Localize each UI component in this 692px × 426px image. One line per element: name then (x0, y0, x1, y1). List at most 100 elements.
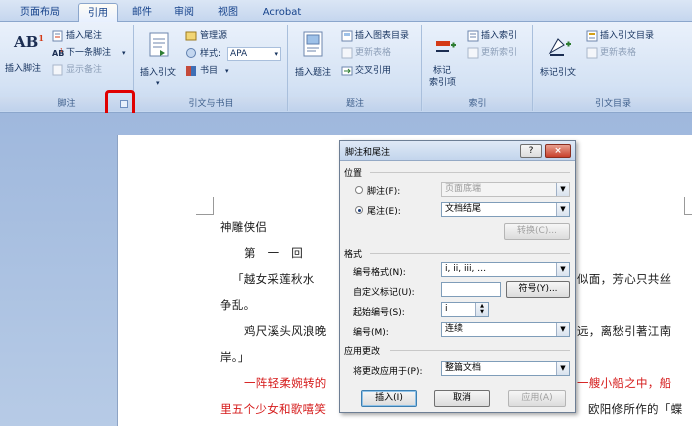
format-divider (370, 253, 570, 254)
table-of-figures-icon (341, 30, 353, 42)
update-table-label: 更新表格 (355, 48, 392, 58)
manage-sources-icon (185, 31, 197, 41)
insert-toa-button[interactable]: 插入引文目录 (586, 30, 690, 43)
footnote-radio[interactable] (355, 186, 363, 194)
insert-button[interactable]: 插入(I) (361, 390, 417, 407)
footnote-endnote-dialog: 脚注和尾注 ? × 位置 脚注(F): 页面底端 ▼ 尾注(E): 文档结尾 ▼ 转… (339, 140, 576, 413)
tab-review[interactable]: 审阅 (166, 3, 202, 22)
start-at-value: i (445, 304, 448, 314)
cancel-button[interactable]: 取消 (434, 390, 490, 407)
next-footnote-icon: AB1 (52, 48, 64, 58)
help-button[interactable]: ? (520, 144, 542, 158)
insert-endnote-label: 插入尾注 (66, 31, 103, 41)
location-section-label: 位置 (344, 169, 363, 179)
update-index-label: 更新索引 (481, 48, 518, 58)
endnote-radio-label: 尾注(E): (367, 207, 401, 217)
ribbon: AB1 插入脚注 插入尾注 AB 1 下一条脚注 ▾ 显示备注 脚注 插入引文 ▾… (0, 22, 692, 113)
doc-line: 一阵轻柔婉转的 (244, 376, 327, 390)
apply-to-select[interactable]: 整篇文档 ▼ (441, 361, 570, 376)
doc-line: 里五个少女和歌嘻笑 (220, 402, 327, 416)
caption-icon (303, 31, 323, 57)
spin-arrows-icon[interactable]: ▲ ▼ (475, 303, 488, 316)
tab-references[interactable]: 引用 (78, 3, 118, 23)
chevron-down-icon: ▼ (556, 362, 569, 375)
apply-section-label: 应用更改 (344, 347, 381, 357)
doc-chapter: 第 一 回 (244, 246, 303, 260)
insert-index-icon (467, 30, 479, 42)
group-label-index: 索引 (423, 97, 532, 111)
update-toa-icon (586, 47, 598, 59)
numbering-label: 编号(M): (353, 328, 389, 338)
insert-endnote-button[interactable]: 插入尾注 (52, 30, 132, 43)
apply-divider (390, 350, 570, 351)
margin-corner-mark (196, 197, 214, 215)
tab-view[interactable]: 视图 (210, 3, 246, 22)
manage-sources-button[interactable]: 管理源 (185, 30, 275, 43)
start-at-spinner[interactable]: i ▲ ▼ (441, 302, 489, 317)
ribbon-tab-bar: 页面布局 引用 邮件 审阅 视图 Acrobat (0, 0, 692, 23)
show-notes-icon (52, 64, 63, 76)
style-selector[interactable]: 样式: APA ▾ (185, 47, 285, 61)
close-button[interactable]: × (545, 144, 571, 158)
mark-citation-label: 标记引文 (540, 68, 577, 78)
chevron-down-icon: ▾ (156, 79, 160, 87)
footnote-position-value: 页面底端 (445, 184, 482, 194)
tab-page-layout[interactable]: 页面布局 (14, 3, 66, 22)
mark-citation-button[interactable]: 标记引文 (538, 29, 584, 87)
chevron-down-icon: ▾ (274, 50, 278, 58)
insert-footnote-label: 插入脚注 (5, 64, 42, 74)
mark-entry-label-2: 索引项 (429, 78, 457, 88)
custom-mark-label: 自定义标记(U): (353, 288, 415, 298)
tab-mailings[interactable]: 邮件 (124, 3, 160, 22)
numbering-value: 连续 (445, 324, 464, 334)
group-index: 标记 索引项 插入索引 更新索引 索引 (423, 25, 533, 111)
group-label-citations: 引文与书目 (135, 97, 287, 111)
insert-caption-button[interactable]: 插入题注 (293, 29, 333, 81)
insert-table-of-figures-button[interactable]: 插入图表目录 (341, 30, 421, 43)
insert-toa-icon (586, 30, 598, 42)
doc-line: 争乱。 (220, 298, 256, 312)
cross-reference-icon (341, 66, 353, 76)
doc-line: 岸。」 (220, 350, 250, 364)
next-footnote-button[interactable]: AB 1 下一条脚注 ▾ (52, 47, 132, 60)
bibliography-label: 书目 (200, 66, 219, 76)
location-divider (370, 172, 570, 173)
style-icon (186, 48, 196, 58)
apply-to-label: 将更改应用于(P): (353, 367, 423, 377)
insert-footnote-button[interactable]: AB1 插入脚注 (4, 29, 50, 79)
bibliography-button[interactable]: 书目 ▾ (185, 65, 275, 78)
numbering-select[interactable]: 连续 ▼ (441, 322, 570, 337)
endnote-radio[interactable] (355, 206, 363, 214)
cross-reference-button[interactable]: 交叉引用 (341, 65, 421, 78)
symbol-button[interactable]: 符号(Y)... (506, 281, 570, 298)
number-format-select[interactable]: i, ii, iii, … ▼ (441, 262, 570, 277)
update-index-icon (467, 47, 479, 59)
tab-acrobat[interactable]: Acrobat (256, 3, 308, 22)
chevron-down-icon: ▼ (556, 183, 569, 196)
group-citations: 插入引文 ▾ 管理源 样式: APA ▾ 书目 ▾ 引文与书目 (135, 25, 288, 111)
insert-index-button[interactable]: 插入索引 (467, 30, 533, 43)
update-table-button: 更新表格 (341, 47, 421, 60)
citation-icon (149, 32, 169, 57)
insert-citation-button[interactable]: 插入引文 ▾ (138, 29, 182, 87)
footnote-position-select: 页面底端 ▼ (441, 182, 570, 197)
cross-reference-label: 交叉引用 (355, 66, 392, 76)
update-index-button: 更新索引 (467, 47, 533, 60)
custom-mark-input[interactable] (441, 282, 501, 297)
start-at-label: 起始编号(S): (353, 308, 405, 318)
mark-entry-button[interactable]: 标记 索引项 (427, 29, 461, 89)
group-table-of-authorities: 标记引文 插入引文目录 更新表格 引文目录 (534, 25, 692, 111)
style-dropdown[interactable]: APA ▾ (227, 47, 281, 61)
chevron-down-icon: ▼ (556, 263, 569, 276)
endnote-icon (52, 30, 63, 42)
insert-index-label: 插入索引 (481, 31, 518, 41)
next-footnote-label: 下一条脚注 (66, 48, 112, 58)
mark-entry-label-1: 标记 (433, 66, 452, 76)
doc-line: 一艘小船之中，船 (577, 376, 672, 390)
doc-line: 鸡尺溪头风浪晚 (244, 324, 327, 338)
dialog-title: 脚注和尾注 (345, 148, 391, 158)
style-label: 样式: (200, 49, 222, 59)
doc-title: 神雕侠侣 (220, 220, 268, 234)
doc-line: 欧阳修所作的「蝶 (588, 402, 683, 416)
endnote-position-select[interactable]: 文档结尾 ▼ (441, 202, 570, 217)
